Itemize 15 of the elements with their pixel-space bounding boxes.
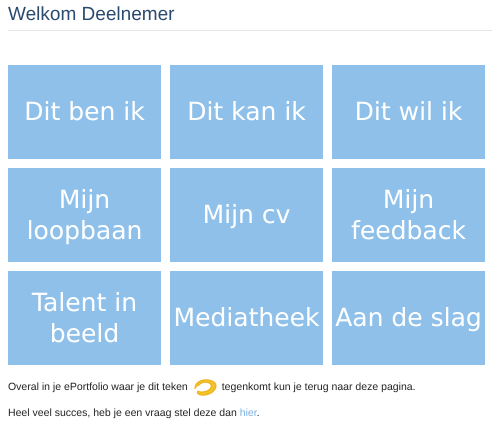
help-text: Heel veel succes, heb je een vraag stel deze dan hier.	[8, 407, 261, 419]
menu-tile[interactable]: Talent in beeld	[8, 271, 161, 365]
page-title: Welkom Deelnemer	[8, 0, 492, 31]
help-link[interactable]: hier	[240, 407, 257, 419]
notice-text: Overal in je ePortfolio waar je dit teken	[8, 381, 188, 393]
menu-tile[interactable]: Mijn feedback	[332, 168, 485, 262]
notice-text: tegenkomt kun je terug naar deze pagina.	[222, 381, 416, 393]
menu-tile[interactable]: Dit wil ik	[332, 65, 485, 159]
menu-tile[interactable]: Aan de slag	[332, 271, 485, 365]
menu-tile[interactable]: Mijn cv	[170, 168, 323, 262]
return-swirl-icon	[192, 377, 218, 397]
menu-tile[interactable]: Mijn loopbaan	[8, 168, 161, 262]
menu-tile[interactable]: Mediatheek	[170, 271, 323, 365]
menu-tile[interactable]: Dit kan ik	[170, 65, 323, 159]
menu-tile[interactable]: Dit ben ik	[8, 65, 161, 159]
